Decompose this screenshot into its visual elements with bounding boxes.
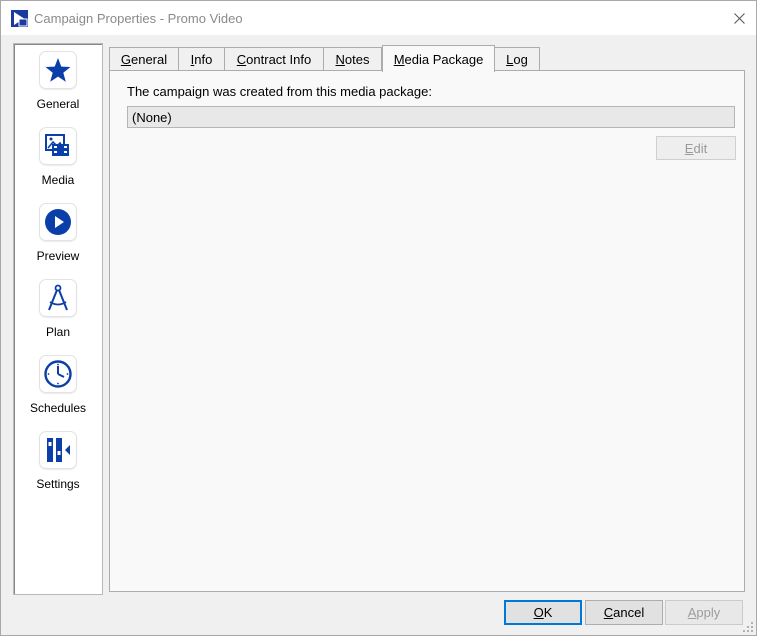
ok-mnemonic: O [533,605,544,620]
sidebar-item-label: Schedules [29,401,87,415]
tab-info[interactable]: Info [178,47,225,71]
tab-mnemonic: G [120,52,131,67]
ok-button[interactable]: OK [504,600,582,625]
cancel-button[interactable]: Cancel [585,600,663,625]
play-icon [40,204,76,240]
cancel-label: ancel [613,605,645,620]
tab-mnemonic: N [335,52,345,67]
tab-log[interactable]: Log [494,47,540,71]
sidebar-item-media[interactable]: Media [14,128,102,198]
app-logo-icon [11,10,28,27]
apply-mnemonic: A [687,605,697,620]
sidebar-item-label: Preview [36,249,80,263]
cancel-mnemonic: C [603,605,614,620]
close-button[interactable] [727,7,751,29]
tab-label: ontract Info [246,52,312,67]
tab-label: og [513,52,528,67]
media-icon [40,128,76,164]
tab-mnemonic: M [393,51,405,67]
sidebar-item-general[interactable]: General [14,52,102,122]
tab-label: eneral [130,52,168,67]
sidebar-item-label: Settings [36,477,80,491]
edit-button[interactable]: Edit [656,136,736,160]
apply-label: pply [696,605,721,620]
tab-label: nfo [194,52,213,67]
sidebar-item-label: Media [41,173,75,187]
ok-label: K [543,605,553,620]
sidebar-item-settings[interactable]: Settings [14,432,102,502]
close-icon [733,12,745,24]
settings-icon [40,432,76,468]
tab-mnemonic: C [236,52,247,67]
tab-label: edia Package [404,51,484,67]
sidebar-item-label: Plan [45,325,71,339]
sidebar-item-label: General [36,97,80,111]
tab-mnemonic: L [506,52,514,67]
tab-label: otes [344,52,370,67]
resize-grip-icon[interactable] [742,621,754,633]
apply-button[interactable]: Apply [665,600,743,625]
clock-icon [40,356,76,392]
compass-icon [40,280,76,316]
tab-notes[interactable]: Notes [323,47,382,71]
edit-mnemonic: E [684,140,694,156]
media-package-description: The campaign was created from this media… [127,84,432,99]
title-bar: Campaign Properties - Promo Video [1,1,756,35]
tab-contract-info[interactable]: Contract Info [224,47,324,71]
edit-label: dit [693,140,708,156]
media-package-panel: The campaign was created from this media… [109,70,745,592]
sidebar-item-schedules[interactable]: Schedules [14,356,102,426]
sidebar-item-plan[interactable]: Plan [14,280,102,350]
window-title: Campaign Properties - Promo Video [34,11,243,26]
star-icon [40,52,76,88]
tab-general[interactable]: General [109,47,179,71]
category-sidebar: General Media Preview Plan Schedules Set… [13,43,103,595]
tab-media-package[interactable]: Media Package [382,45,495,72]
sidebar-item-preview[interactable]: Preview [14,204,102,274]
media-package-field: (None) [127,106,735,128]
properties-dialog: Campaign Properties - Promo Video Genera… [0,0,757,636]
